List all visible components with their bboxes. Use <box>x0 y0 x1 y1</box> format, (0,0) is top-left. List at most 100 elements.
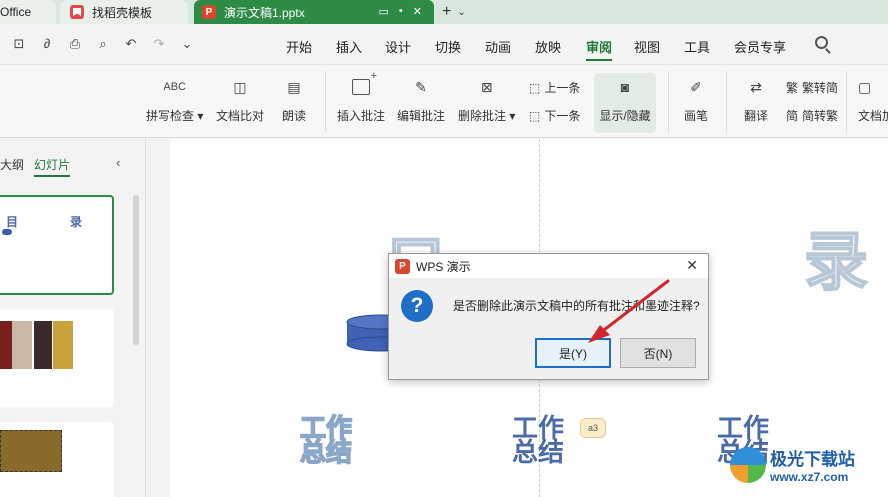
summary-block-1-line2: 总结 <box>299 438 353 468</box>
watermark-url: www.xz7.com <box>770 470 849 484</box>
simp-to-trad-button[interactable]: 简 简转繁 <box>786 107 838 124</box>
spellcheck-button[interactable]: ABC 拼写检查 ▾ <box>146 73 203 133</box>
menu-insert[interactable]: 插入 <box>336 37 362 56</box>
menu-view[interactable]: 视图 <box>634 37 660 56</box>
read-aloud-label: 朗读 <box>282 109 307 123</box>
prev-comment-button[interactable]: ⬚ 上一条 <box>529 79 580 96</box>
search-icon[interactable] <box>815 36 828 49</box>
delete-comment-button[interactable]: ⊠ 删除批注 ▾ <box>458 73 515 133</box>
tab-slides[interactable]: 幻灯片 <box>34 156 71 177</box>
menu-slideshow[interactable]: 放映 <box>535 37 561 56</box>
link-icon[interactable]: ∂ <box>40 36 54 52</box>
summary-block-2: 工作 总结 <box>512 416 565 468</box>
menu-design[interactable]: 设计 <box>385 37 411 56</box>
menu-animation[interactable]: 动画 <box>485 37 511 56</box>
prev-label: 上一条 <box>544 81 581 95</box>
prev-icon: ⬚ <box>529 80 541 95</box>
thumb-image <box>0 321 12 369</box>
print-icon[interactable]: ⎙ <box>68 36 82 52</box>
insert-comment-button[interactable]: 插入批注 <box>337 70 386 133</box>
doc-protect-button[interactable]: ▢ 文档加 <box>858 73 888 133</box>
watermark: 极光下载站 www.xz7.com <box>730 445 855 484</box>
thumb-image <box>53 321 73 369</box>
menu-tools[interactable]: 工具 <box>684 37 710 56</box>
show-hide-button[interactable]: ◙ 显示/隐藏 <box>594 73 656 133</box>
trad-to-simp-label: 繁转简 <box>802 81 839 95</box>
menu-member[interactable]: 会员专享 <box>734 37 786 56</box>
thumb-image <box>0 430 62 472</box>
tab-document[interactable]: P 演示文稿1.pptx ▭ • ✕ <box>194 0 434 24</box>
show-hide-label: 显示/隐藏 <box>599 109 651 123</box>
tab-bar: Office 找稻壳模板 P 演示文稿1.pptx ▭ • ✕ + ⌄ <box>0 0 888 24</box>
trad-to-simp-button[interactable]: 繁 繁转简 <box>786 79 838 96</box>
edit-comment-icon: ✎ <box>415 78 427 95</box>
edit-comment-button[interactable]: ✎ 编辑批注 <box>397 73 445 133</box>
comment-marker[interactable]: a3 <box>580 418 606 438</box>
delete-comment-label: 删除批注 <box>458 109 507 123</box>
collapse-panel-icon[interactable]: ‹ <box>116 155 120 170</box>
edit-comment-label: 编辑批注 <box>397 109 446 123</box>
watermark-title: 极光下载站 <box>770 450 855 470</box>
menu-home[interactable]: 开始 <box>286 37 312 56</box>
template-icon <box>70 5 84 19</box>
panel-scrollbar[interactable] <box>133 195 139 345</box>
ppt-icon: P <box>395 258 410 274</box>
ribbon-separator <box>325 71 326 133</box>
quick-access-toolbar: ⊡ ∂ ⎙ ⌕ ↶ ↷ ⌄ <box>12 36 194 52</box>
redo-icon[interactable]: ↷ <box>152 36 166 52</box>
slide-thumbnail-1[interactable]: 目 录 <box>0 195 114 295</box>
insert-comment-label: 插入批注 <box>337 109 386 123</box>
screen-icon[interactable]: ▭ <box>379 5 389 18</box>
save-icon[interactable]: ⊡ <box>12 36 26 52</box>
spellcheck-icon: ABC <box>163 81 186 93</box>
pen-button[interactable]: ✐ 画笔 <box>684 73 708 133</box>
spellcheck-label: 拼写检查 <box>146 109 195 123</box>
tab-document-label: 演示文稿1.pptx <box>224 5 305 20</box>
read-aloud-button[interactable]: ▤ 朗读 <box>282 73 306 133</box>
thumb-title-left: 目 <box>6 215 19 229</box>
read-aloud-icon: ▤ <box>287 78 301 95</box>
close-icon[interactable]: ✕ <box>686 257 698 274</box>
chevron-down-icon[interactable]: ⌄ <box>457 7 465 18</box>
simp-trad-icon: 简 <box>786 109 799 123</box>
thumb-image <box>34 321 52 369</box>
tab-office-label: Office <box>0 5 32 19</box>
tab-outline[interactable]: 大纲 <box>0 156 24 173</box>
compare-label: 文档比对 <box>216 109 265 123</box>
translate-button[interactable]: ⇄ 翻译 <box>744 73 768 133</box>
compare-button[interactable]: ◫ 文档比对 <box>216 73 264 133</box>
dropdown-caret-icon: ▾ <box>506 109 516 123</box>
next-label: 下一条 <box>544 109 581 123</box>
slide-title-right: 录 <box>803 225 869 301</box>
tab-template[interactable]: 找稻壳模板 <box>60 0 188 24</box>
more-icon[interactable]: • <box>399 5 403 18</box>
insert-comment-icon <box>352 70 377 95</box>
menu-review[interactable]: 审阅 <box>586 37 613 61</box>
show-hide-icon: ◙ <box>620 79 630 95</box>
next-comment-button[interactable]: ⬚ 下一条 <box>529 107 580 124</box>
tab-add-area: + ⌄ <box>442 0 466 24</box>
menu-transition[interactable]: 切换 <box>435 37 461 56</box>
tab-office[interactable]: Office <box>0 0 56 24</box>
print-preview-icon[interactable]: ⌕ <box>96 36 110 52</box>
more-chevron-icon[interactable]: ⌄ <box>180 36 194 52</box>
ribbon-separator <box>668 71 669 133</box>
ribbon-separator <box>846 71 847 133</box>
close-icon[interactable]: ✕ <box>413 5 422 18</box>
add-tab-icon[interactable]: + <box>442 3 451 21</box>
translate-icon: ⇄ <box>750 78 762 95</box>
slide-thumbnail-2[interactable] <box>0 309 114 407</box>
summary-block-2-line2: 总结 <box>512 438 565 468</box>
simp-to-trad-label: 简转繁 <box>802 109 839 123</box>
summary-block-1: 工作 总结 <box>299 415 353 468</box>
trad-simp-icon: 繁 <box>786 81 799 95</box>
question-icon: ? <box>401 290 433 322</box>
watermark-logo-icon <box>730 446 766 483</box>
thumb-title-right: 录 <box>70 215 83 229</box>
undo-icon[interactable]: ↶ <box>124 36 138 52</box>
ppt-icon: P <box>202 5 216 19</box>
pointer-arrow <box>588 279 670 343</box>
doc-protect-icon: ▢ <box>858 78 872 95</box>
slide-thumbnail-3[interactable] <box>0 422 114 497</box>
dialog-title: WPS 演示 <box>416 259 471 274</box>
